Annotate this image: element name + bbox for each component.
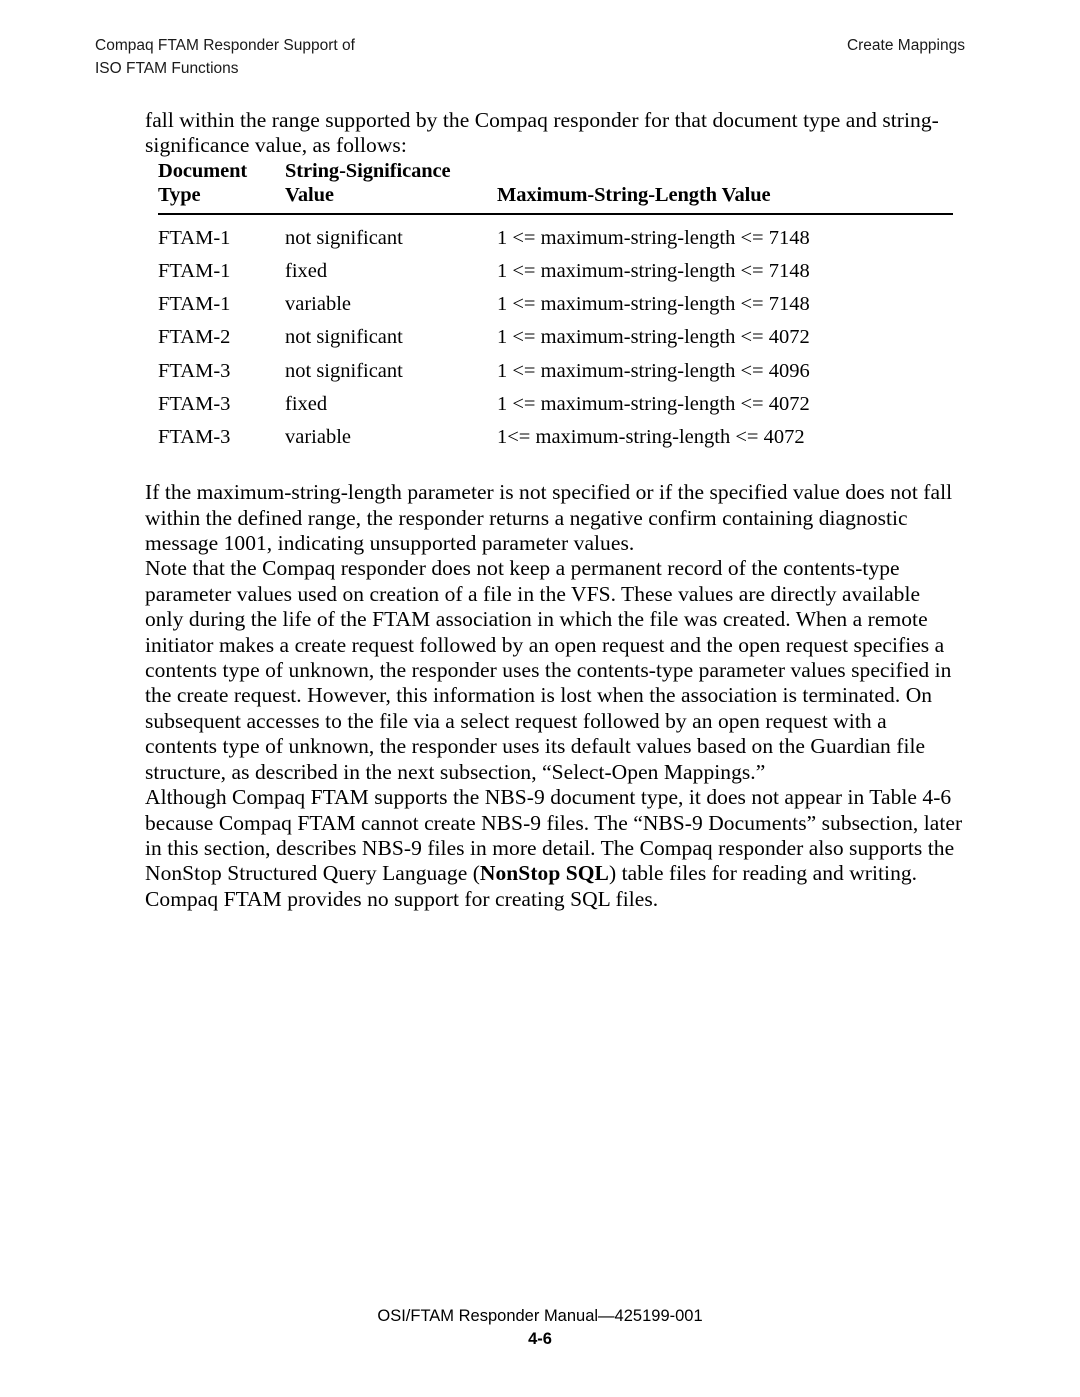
table-row: FTAM-3 variable 1<= maximum-string-lengt… (158, 421, 953, 454)
document-page: Compaq FTAM Responder Support of ISO FTA… (0, 0, 1080, 1397)
table-head: Document Type String-Significance Value … (158, 158, 953, 215)
column-header-document-type-line2: Type (158, 184, 201, 207)
table-row: FTAM-3 fixed 1 <= maximum-string-length … (158, 388, 953, 421)
table-row: FTAM-1 variable 1 <= maximum-string-leng… (158, 288, 953, 321)
nbs9-paragraph: Although Compaq FTAM supports the NBS-9 … (145, 785, 963, 912)
cell-document-type: FTAM-3 (158, 392, 231, 415)
table-row: FTAM-1 fixed 1 <= maximum-string-length … (158, 255, 953, 288)
table-row: FTAM-3 not significant 1 <= maximum-stri… (158, 355, 953, 388)
cell-document-type: FTAM-3 (158, 426, 231, 449)
running-header: Compaq FTAM Responder Support of ISO FTA… (95, 34, 965, 80)
cell-maximum-string-length: 1<= maximum-string-length <= 4072 (497, 426, 805, 449)
table-row: FTAM-1 not significant 1 <= maximum-stri… (158, 214, 953, 255)
cell-string-significance: not significant (285, 326, 403, 349)
cell-string-significance: variable (285, 293, 352, 316)
table-body: FTAM-1 not significant 1 <= maximum-stri… (158, 214, 953, 454)
cell-maximum-string-length: 1 <= maximum-string-length <= 4096 (497, 359, 810, 382)
cell-document-type: FTAM-1 (158, 226, 231, 249)
cell-maximum-string-length: 1 <= maximum-string-length <= 7148 (497, 260, 810, 283)
cell-document-type: FTAM-3 (158, 359, 231, 382)
contents-type-note-paragraph: Note that the Compaq responder does not … (145, 556, 952, 784)
cell-string-significance: fixed (285, 392, 328, 415)
column-header-document-type-line1: Document (158, 159, 248, 182)
string-length-table-block: Document Type String-Significance Value … (145, 158, 963, 454)
footer-manual-title: OSI/FTAM Responder Manual—425199-001 (377, 1307, 703, 1325)
cell-document-type: FTAM-1 (158, 260, 231, 283)
intro-paragraph: fall within the range supported by the C… (145, 108, 939, 158)
running-header-left-line1: Compaq FTAM Responder Support of (95, 37, 355, 54)
table-header-row: Document Type String-Significance Value … (158, 158, 953, 215)
column-header-string-significance-line2: Value (285, 184, 334, 207)
column-header-string-significance-line1: String-Significance (285, 159, 451, 182)
nonstop-sql-term: NonStop SQL (479, 861, 609, 886)
column-header-maximum-string-length: Maximum-String-Length Value (497, 158, 953, 215)
running-header-left: Compaq FTAM Responder Support of ISO FTA… (95, 34, 355, 80)
footer-page-number: 4-6 (528, 1330, 552, 1348)
cell-document-type: FTAM-1 (158, 293, 231, 316)
page-footer: OSI/FTAM Responder Manual—425199-001 4-6 (0, 1305, 1080, 1350)
cell-maximum-string-length: 1 <= maximum-string-length <= 7148 (497, 226, 810, 249)
running-header-row: Compaq FTAM Responder Support of ISO FTA… (95, 34, 965, 80)
cell-document-type: FTAM-2 (158, 326, 231, 349)
table-row: FTAM-2 not significant 1 <= maximum-stri… (158, 321, 953, 354)
cell-string-significance: not significant (285, 226, 403, 249)
range-error-paragraph: If the maximum-string-length parameter i… (145, 480, 953, 556)
cell-maximum-string-length: 1 <= maximum-string-length <= 4072 (497, 326, 810, 349)
cell-string-significance: variable (285, 426, 352, 449)
cell-maximum-string-length: 1 <= maximum-string-length <= 4072 (497, 392, 810, 415)
running-header-left-line2: ISO FTAM Functions (95, 60, 239, 77)
content-column: fall within the range supported by the C… (145, 108, 963, 912)
column-header-string-significance: String-Significance Value (285, 158, 497, 215)
cell-maximum-string-length: 1 <= maximum-string-length <= 7148 (497, 293, 810, 316)
cell-string-significance: fixed (285, 260, 328, 283)
string-length-table: Document Type String-Significance Value … (158, 158, 953, 454)
cell-string-significance: not significant (285, 359, 403, 382)
running-header-right: Create Mappings (846, 37, 965, 54)
column-header-document-type: Document Type (158, 158, 285, 215)
